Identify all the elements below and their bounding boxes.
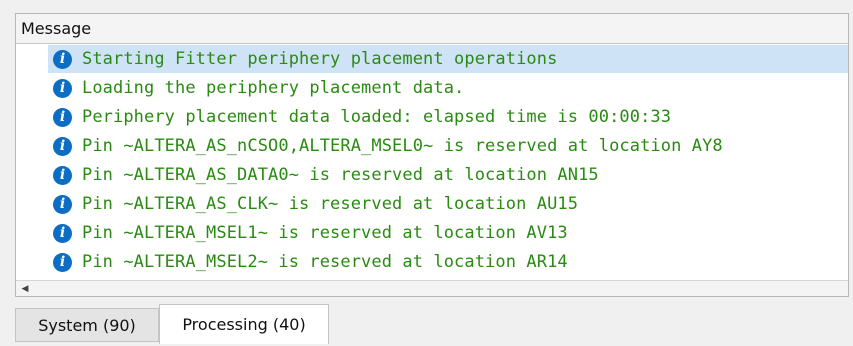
info-icon: i [53, 252, 72, 272]
message-text: Pin ~ALTERA_AS_DATA0~ is reserved at loc… [82, 165, 599, 185]
info-icon: i [53, 194, 72, 214]
message-panel: Message i Starting Fitter periphery plac… [15, 13, 849, 297]
message-row[interactable]: i Pin ~ALTERA_AS_DATA0~ is reserved at l… [48, 161, 848, 189]
info-icon: i [53, 223, 72, 243]
tab-bar: System (90) Processing (40) [0, 298, 853, 346]
info-icon: i [53, 136, 72, 156]
message-text: Loading the periphery placement data. [82, 78, 465, 98]
message-text: Pin ~ALTERA_AS_CLK~ is reserved at locat… [82, 194, 579, 214]
message-column-header[interactable]: Message [16, 14, 848, 44]
info-icon: i [53, 165, 72, 185]
message-list[interactable]: i Starting Fitter periphery placement op… [16, 45, 848, 281]
message-row[interactable]: i Pin ~ALTERA_AS_nCSO0,ALTERA_MSEL0~ is … [48, 132, 848, 160]
info-icon: i [53, 49, 72, 69]
info-icon: i [53, 107, 72, 127]
message-row[interactable]: i Pin ~ALTERA_MSEL2~ is reserved at loca… [48, 248, 848, 276]
info-icon: i [53, 78, 72, 98]
tab-system[interactable]: System (90) [15, 308, 159, 342]
scroll-left-arrow-icon[interactable]: ◀ [17, 282, 33, 296]
message-row[interactable]: i Pin ~ALTERA_AS_CLK~ is reserved at loc… [48, 190, 848, 218]
message-text: Pin ~ALTERA_AS_nCSO0,ALTERA_MSEL0~ is re… [82, 136, 723, 156]
horizontal-scrollbar[interactable]: ◀ [16, 280, 848, 296]
message-text: Starting Fitter periphery placement oper… [82, 49, 558, 69]
message-text: Pin ~ALTERA_MSEL1~ is reserved at locati… [82, 223, 568, 243]
message-column-label: Message [21, 19, 92, 38]
message-row[interactable]: i Pin ~ALTERA_MSEL1~ is reserved at loca… [48, 219, 848, 247]
message-row[interactable]: i Starting Fitter periphery placement op… [48, 45, 848, 73]
message-row[interactable]: i Periphery placement data loaded: elaps… [48, 103, 848, 131]
message-text: Pin ~ALTERA_MSEL2~ is reserved at locati… [82, 252, 568, 272]
message-row[interactable]: i Loading the periphery placement data. [48, 74, 848, 102]
tab-processing[interactable]: Processing (40) [159, 304, 329, 344]
message-text: Periphery placement data loaded: elapsed… [82, 107, 672, 127]
